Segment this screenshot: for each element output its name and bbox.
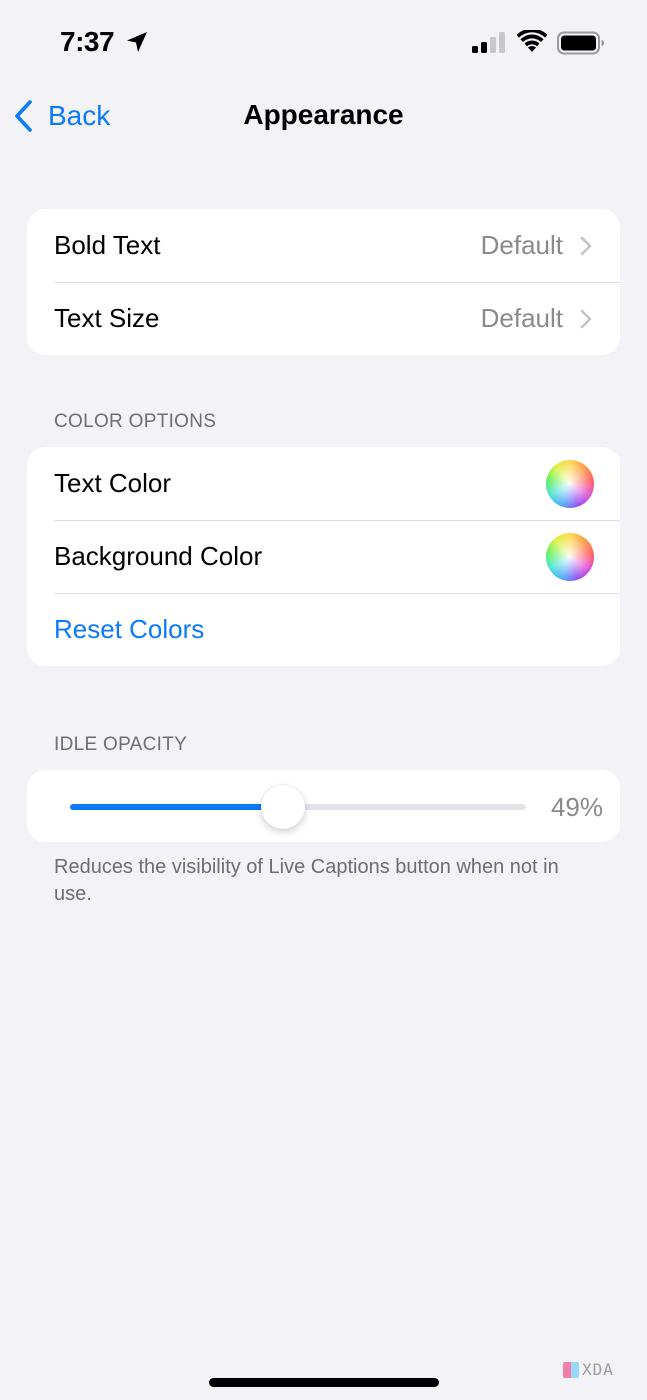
slider-thumb[interactable] — [261, 785, 306, 829]
wifi-icon — [517, 30, 547, 52]
status-bar: 7:37 — [0, 0, 647, 90]
cellular-signal-icon — [472, 32, 505, 53]
text-size-label: Text Size — [54, 303, 160, 333]
navigation-bar: Back Appearance — [0, 90, 647, 140]
idle-opacity-footer: Reduces the visibility of Live Captions … — [54, 856, 559, 905]
text-size-value: Default — [480, 303, 563, 333]
text-color-well[interactable] — [546, 459, 594, 508]
chevron-right-icon — [580, 309, 592, 328]
bold-text-label: Bold Text — [54, 230, 161, 260]
watermark-text: XDA — [582, 1360, 614, 1379]
home-indicator[interactable] — [209, 1378, 439, 1387]
reset-colors-row[interactable]: Reset Colors — [27, 593, 620, 666]
text-size-row[interactable]: Text Size Default — [27, 282, 620, 355]
location-arrow-icon — [127, 32, 147, 52]
idle-opacity-header: IDLE OPACITY — [54, 734, 188, 755]
status-time: 7:37 — [60, 26, 115, 57]
bold-text-value: Default — [480, 230, 563, 260]
battery-icon — [557, 31, 604, 55]
xda-logo-icon — [563, 1361, 579, 1378]
reset-colors-button[interactable]: Reset Colors — [54, 614, 593, 645]
idle-opacity-group: 49% — [27, 770, 620, 842]
text-color-row[interactable]: Text Color — [27, 447, 620, 520]
color-options-group: Text Color Background Color Reset Colors — [27, 447, 620, 666]
slider-fill — [70, 804, 284, 810]
background-color-well[interactable] — [546, 532, 594, 581]
text-settings-group: Bold Text Default Text Size Default — [27, 209, 620, 355]
xda-watermark: XDA — [563, 1360, 614, 1379]
idle-opacity-slider[interactable] — [70, 785, 526, 829]
text-color-label: Text Color — [54, 468, 172, 498]
background-color-label: Background Color — [54, 541, 263, 571]
background-color-row[interactable]: Background Color — [27, 520, 620, 593]
page-title: Appearance — [243, 99, 404, 130]
color-options-header: COLOR OPTIONS — [54, 411, 217, 432]
bold-text-row[interactable]: Bold Text Default — [27, 209, 620, 282]
chevron-right-icon — [580, 236, 592, 255]
idle-opacity-value: 49% — [550, 792, 603, 822]
